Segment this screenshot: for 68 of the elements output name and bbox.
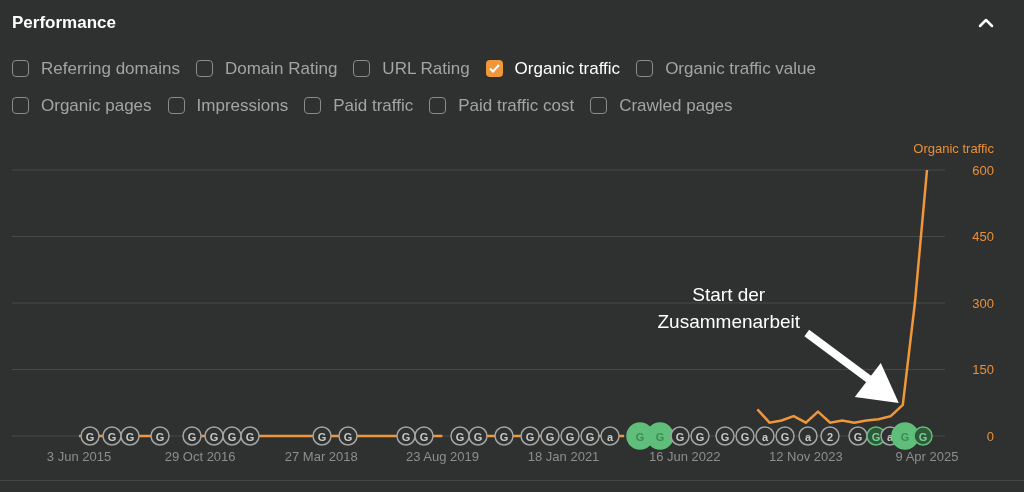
checkbox-label: Domain Rating [224, 57, 338, 80]
annotation-text: Start der Zusammenarbeit [657, 283, 801, 332]
update-marker[interactable]: G [240, 426, 260, 446]
update-marker[interactable]: 2 [820, 426, 840, 446]
axis-tick-label: 18 Jan 2021 [527, 449, 600, 464]
update-marker[interactable]: G [913, 426, 933, 446]
axis-tick-label: 12 Nov 2023 [769, 449, 843, 464]
axis-tick-label: 29 Oct 2016 [164, 449, 236, 464]
update-marker[interactable]: G [715, 426, 735, 446]
axis-tick-label: 3 Jun 2015 [46, 449, 112, 464]
update-marker[interactable]: G [848, 426, 868, 446]
check-icon [488, 64, 500, 73]
checkbox-label: Organic traffic [514, 57, 621, 80]
update-marker[interactable]: G [735, 426, 755, 446]
update-marker[interactable]: G [560, 426, 580, 446]
checkbox-label: URL Rating [382, 57, 470, 80]
update-marker[interactable]: G [150, 426, 170, 446]
axis-tick-label: 600 [972, 162, 994, 178]
checkbox[interactable] [353, 60, 371, 77]
update-marker[interactable]: G [494, 426, 514, 446]
update-marker[interactable]: G [102, 426, 122, 446]
checkbox[interactable] [195, 60, 213, 77]
axis-tick-label: 150 [972, 362, 994, 377]
update-marker[interactable]: G [468, 426, 488, 446]
update-marker[interactable]: G [80, 426, 100, 446]
update-marker[interactable]: G [414, 426, 434, 446]
update-marker[interactable]: G [222, 426, 242, 446]
update-marker[interactable]: G [182, 426, 202, 446]
section-title: Performance [12, 11, 116, 34]
update-marker[interactable]: G [580, 426, 600, 446]
axis-tick-label: 450 [972, 229, 994, 244]
axis-tick-label: 0 [986, 428, 994, 444]
checkbox-label: Impressions [196, 94, 289, 117]
checkbox[interactable] [429, 97, 447, 114]
checkbox[interactable] [636, 60, 654, 77]
checkbox-label: Crawled pages [619, 94, 733, 117]
checkbox[interactable] [485, 60, 503, 77]
checkbox-label: Paid traffic cost [458, 94, 575, 117]
axis-tick-label: 16 Jun 2022 [648, 449, 721, 464]
checkbox[interactable] [304, 97, 322, 114]
update-marker[interactable]: G [690, 426, 710, 446]
update-marker[interactable]: G [670, 426, 690, 446]
checkbox[interactable] [12, 97, 29, 114]
axis-tick-label: 300 [972, 295, 994, 311]
axis-tick-label: 27 Mar 2018 [284, 449, 358, 464]
series-label: Organic traffic [913, 141, 994, 156]
checkbox-label: Organic pages [41, 94, 152, 117]
update-marker[interactable]: a [798, 426, 818, 446]
checkbox[interactable] [590, 97, 608, 114]
checkbox-label: Referring domains [41, 57, 180, 80]
update-marker[interactable]: G [312, 426, 332, 446]
update-marker[interactable]: G [204, 426, 224, 446]
axis-tick-label: 9 Apr 2025 [895, 449, 959, 464]
update-marker[interactable]: G [775, 426, 795, 446]
update-marker[interactable]: G [396, 426, 416, 446]
update-marker[interactable]: G [540, 426, 560, 446]
update-marker[interactable]: G [450, 426, 470, 446]
update-marker[interactable]: G [120, 426, 140, 446]
checkbox-label: Paid traffic [333, 94, 414, 117]
checkbox-label: Organic traffic value [665, 57, 816, 80]
update-marker[interactable]: a [600, 426, 620, 446]
update-marker[interactable]: G [338, 426, 358, 446]
update-marker[interactable]: a [755, 426, 775, 446]
checkbox[interactable] [167, 97, 185, 114]
axis-tick-label: 23 Aug 2019 [405, 449, 479, 464]
update-marker[interactable]: G [520, 426, 540, 446]
checkbox[interactable] [12, 60, 29, 77]
chevron-icon [978, 17, 994, 28]
